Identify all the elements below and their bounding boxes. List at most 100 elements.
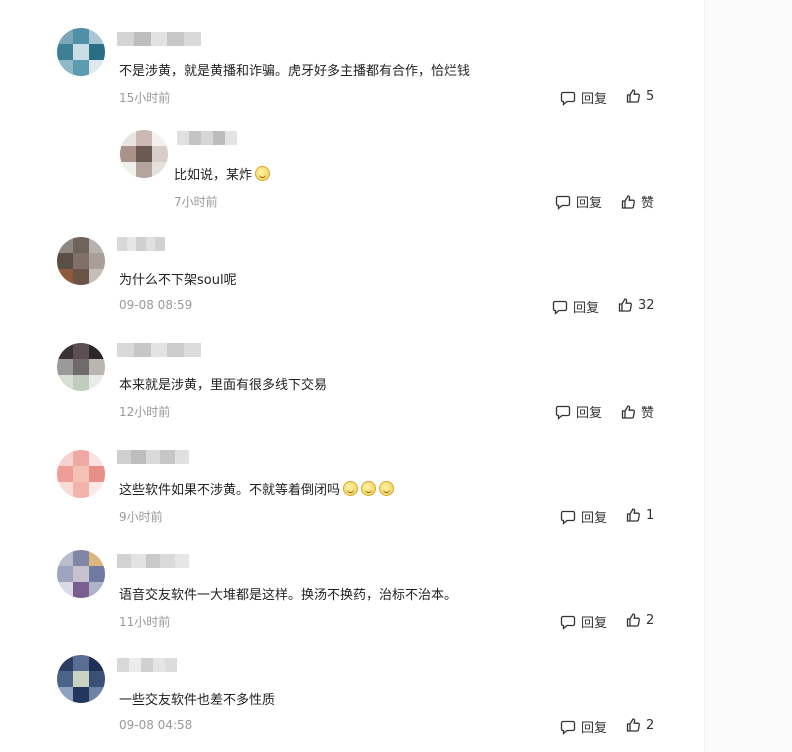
username-blurred[interactable] — [117, 554, 190, 568]
reply-button[interactable]: 回复 — [552, 297, 599, 316]
username-blur-segment — [141, 658, 153, 672]
avatar-pixel — [57, 466, 73, 482]
username-blur-segment — [160, 450, 175, 464]
avatar[interactable] — [120, 130, 168, 178]
reply-button[interactable]: 回复 — [560, 612, 607, 631]
comment-text-content: 语音交友软件一大堆都是这样。换汤不换药，治标不治本。 — [119, 588, 458, 603]
reply-label: 回复 — [581, 92, 608, 107]
avatar-pixel — [73, 237, 89, 253]
avatar-pixel — [73, 375, 89, 391]
comment-text: 这些软件如果不涉黄。不就等着倒闭吗 — [119, 479, 395, 498]
comment-bubble-icon — [560, 90, 576, 106]
comment-text-content: 这些软件如果不涉黄。不就等着倒闭吗 — [119, 483, 341, 498]
reply-label: 回复 — [576, 196, 603, 211]
avatar-pixel — [57, 671, 73, 687]
thumbs-up-icon — [620, 194, 636, 210]
avatar-pixel — [57, 375, 73, 391]
avatar-pixel — [89, 269, 105, 285]
avatar-pixel — [57, 582, 73, 598]
like-button[interactable]: 2 — [625, 717, 654, 733]
avatar-pixel — [57, 253, 73, 269]
username-blur-segment — [131, 554, 146, 568]
avatar-pixel — [120, 130, 136, 146]
reply-button[interactable]: 回复 — [555, 402, 602, 421]
username-blur-segment — [117, 554, 132, 568]
username-blurred[interactable] — [117, 32, 201, 46]
comment-text: 比如说，某炸 — [174, 164, 271, 183]
reply-button[interactable]: 回复 — [555, 192, 602, 211]
avatar-pixel — [89, 375, 105, 391]
username-blur-segment — [225, 131, 237, 145]
like-count: 5 — [646, 88, 655, 104]
avatar[interactable] — [57, 550, 105, 598]
username-blurred[interactable] — [117, 450, 190, 464]
like-button[interactable]: 2 — [625, 612, 654, 628]
like-button[interactable]: 32 — [617, 297, 655, 313]
avatar[interactable] — [57, 343, 105, 391]
avatar-pixel — [89, 671, 105, 687]
avatar-pixel — [57, 482, 73, 498]
username-blurred[interactable] — [177, 131, 237, 145]
username-blur-segment — [184, 343, 201, 357]
avatar-pixel — [57, 359, 73, 375]
avatar-pixel — [152, 162, 168, 178]
username-blur-segment — [117, 658, 129, 672]
smiley-emoji-icon — [343, 481, 359, 496]
username-blur-segment — [126, 237, 137, 251]
username-blurred[interactable] — [117, 237, 165, 251]
avatar-pixel — [136, 130, 152, 146]
comment-bubble-icon — [552, 299, 568, 315]
like-button[interactable]: 赞 — [620, 402, 654, 421]
avatar-pixel — [73, 359, 89, 375]
avatar[interactable] — [57, 28, 105, 76]
avatar-pixel — [73, 582, 89, 598]
reply-label: 回复 — [581, 511, 608, 526]
smiley-emoji-icon — [361, 481, 377, 496]
avatar[interactable] — [57, 655, 105, 703]
avatar-pixel — [89, 253, 105, 269]
reply-button[interactable]: 回复 — [560, 88, 607, 107]
username-blur-segment — [189, 131, 201, 145]
avatar-pixel — [89, 28, 105, 44]
comment-text: 为什么不下架soul呢 — [119, 269, 237, 288]
username-blur-segment — [145, 554, 161, 568]
avatar-pixel — [89, 343, 105, 359]
right-side-panel — [704, 0, 792, 752]
username-blur-segment — [213, 131, 225, 145]
avatar-pixel — [73, 253, 89, 269]
username-blur-segment — [117, 450, 132, 464]
avatar-pixel — [57, 343, 73, 359]
thumbs-up-icon — [625, 88, 641, 104]
cropped-header-fragment — [60, 0, 180, 4]
comment-text: 一些交友软件也差不多性质 — [119, 689, 275, 708]
username-blur-segment — [136, 237, 146, 251]
username-blur-segment — [133, 32, 151, 46]
username-blur-segment — [131, 450, 146, 464]
thumbs-up-icon — [625, 717, 641, 733]
avatar-pixel — [57, 566, 73, 582]
username-blur-segment — [167, 343, 185, 357]
thumbs-up-icon — [620, 404, 636, 420]
avatar-pixel — [120, 162, 136, 178]
thumbs-up-icon — [617, 297, 633, 313]
like-button[interactable]: 5 — [625, 88, 654, 104]
username-blur-segment — [201, 131, 213, 145]
avatar-pixel — [73, 28, 89, 44]
reply-button[interactable]: 回复 — [560, 717, 607, 736]
username-blurred[interactable] — [117, 343, 201, 357]
like-button[interactable]: 赞 — [620, 192, 654, 211]
avatar[interactable] — [57, 450, 105, 498]
reply-label: 回复 — [581, 721, 608, 736]
username-blurred[interactable] — [117, 658, 177, 672]
avatar-pixel — [73, 44, 89, 60]
avatar[interactable] — [57, 237, 105, 285]
reply-button[interactable]: 回复 — [560, 507, 607, 526]
like-button[interactable]: 1 — [625, 507, 654, 523]
avatar-pixel — [89, 237, 105, 253]
username-blur-segment — [174, 554, 190, 568]
avatar-pixel — [89, 566, 105, 582]
like-count: 赞 — [641, 406, 655, 421]
like-count: 2 — [646, 717, 655, 733]
avatar-pixel — [89, 482, 105, 498]
avatar-pixel — [89, 687, 105, 703]
